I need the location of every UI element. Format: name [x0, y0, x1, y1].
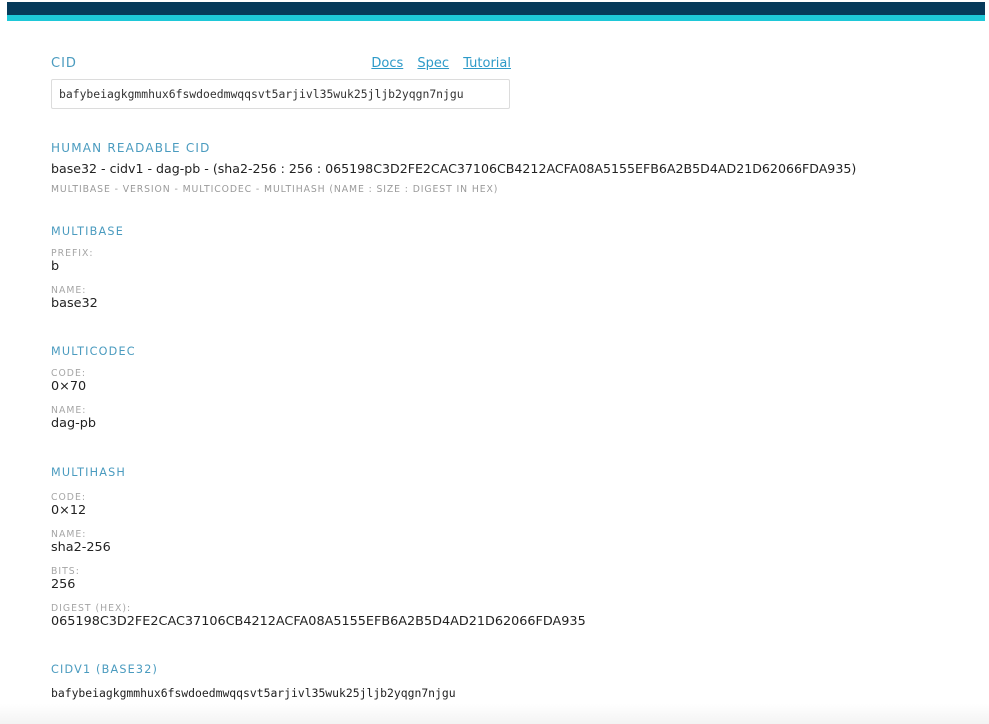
cidv1-title: CIDV1 (BASE32) — [51, 663, 159, 676]
help-links: Docs Spec Tutorial — [361, 56, 511, 71]
multibase-name-value: base32 — [51, 296, 98, 311]
multicodec-name-value: dag-pb — [51, 416, 96, 431]
multicodec-section: MULTICODEC CODE: 0×70 NAME: dag-pb — [51, 345, 951, 432]
tutorial-link[interactable]: Tutorial — [463, 56, 511, 71]
multibase-section: MULTIBASE PREFIX: b NAME: base32 — [51, 225, 951, 312]
human-readable-legend: MULTIBASE - VERSION - MULTICODEC - MULTI… — [51, 184, 499, 195]
multibase-prefix-value: b — [51, 259, 60, 274]
bottom-fade — [0, 704, 989, 724]
multihash-code-value: 0×12 — [51, 503, 87, 518]
header-bar — [7, 2, 985, 15]
multibase-prefix-label: PREFIX: — [51, 248, 94, 259]
header-accent-strip — [7, 15, 985, 21]
multihash-bits-value: 256 — [51, 577, 76, 592]
multihash-title: MULTIHASH — [51, 466, 127, 479]
docs-link[interactable]: Docs — [371, 56, 403, 71]
multihash-section: MULTIHASH CODE: 0×12 NAME: sha2-256 BITS… — [51, 466, 951, 630]
human-readable-section: HUMAN READABLE CID base32 - cidv1 - dag-… — [51, 141, 951, 195]
multibase-title: MULTIBASE — [51, 225, 124, 238]
multicodec-code-value: 0×70 — [51, 379, 87, 394]
cid-inspector: CID Docs Spec Tutorial HUMAN READABLE CI… — [51, 55, 951, 700]
cidv1-value: bafybeiagkgmmhux6fswdoedmwqqsvt5arjivl35… — [51, 686, 456, 700]
multihash-name-value: sha2-256 — [51, 540, 111, 555]
multihash-digest-value: 065198C3D2FE2CAC37106CB4212ACFA08A5155EF… — [51, 614, 586, 629]
human-readable-value: base32 - cidv1 - dag-pb - (sha2-256 : 25… — [51, 161, 857, 176]
spec-link[interactable]: Spec — [417, 56, 449, 71]
multihash-digest-label: DIGEST (HEX): — [51, 603, 132, 614]
cid-label: CID — [51, 56, 77, 71]
cid-input[interactable] — [51, 79, 510, 109]
multihash-code-label: CODE: — [51, 492, 86, 503]
multicodec-title: MULTICODEC — [51, 345, 136, 358]
multicodec-name-label: NAME: — [51, 405, 87, 416]
multihash-bits-label: BITS: — [51, 566, 80, 577]
human-readable-title: HUMAN READABLE CID — [51, 141, 211, 155]
multicodec-code-label: CODE: — [51, 368, 86, 379]
multibase-name-label: NAME: — [51, 285, 87, 296]
cid-header: CID Docs Spec Tutorial — [51, 55, 511, 75]
cidv1-section: CIDV1 (BASE32) bafybeiagkgmmhux6fswdoedm… — [51, 663, 951, 700]
multihash-name-label: NAME: — [51, 529, 87, 540]
